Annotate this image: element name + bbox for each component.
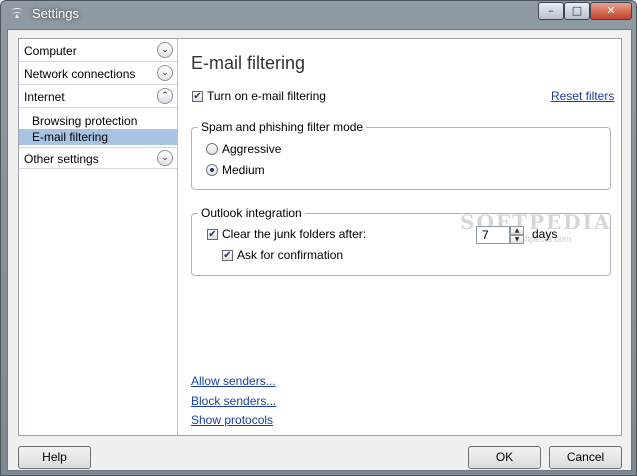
clear-junk-checkbox[interactable]: ✔ <box>207 229 218 240</box>
aggressive-label: Aggressive <box>222 142 282 156</box>
minimize-button[interactable]: – <box>538 2 564 20</box>
days-unit-label: days <box>532 227 558 241</box>
clear-junk-label: Clear the junk folders after: <box>222 227 367 241</box>
outlook-integration-legend: Outlook integration <box>198 206 305 220</box>
turn-on-email-filtering-checkbox[interactable]: ✔ <box>192 91 203 102</box>
chevron-down-icon[interactable]: ⌄ <box>157 65 173 81</box>
reset-filters-link[interactable]: Reset filters <box>551 89 614 103</box>
sidebar-item-label: Internet <box>24 90 65 104</box>
sidebar-item-label: E-mail filtering <box>32 130 109 144</box>
settings-panel: Computer ⌄ Network connections ⌄ Interne… <box>18 38 622 436</box>
cancel-button[interactable]: Cancel <box>549 446 622 469</box>
block-senders-link[interactable]: Block senders... <box>191 394 276 408</box>
days-input[interactable]: 7 <box>476 226 510 244</box>
close-button[interactable]: ✕ <box>590 2 632 20</box>
sidebar-item-email-filtering[interactable]: E-mail filtering <box>19 129 177 145</box>
page-title: E-mail filtering <box>191 53 306 73</box>
title-bar[interactable]: Settings – □ ✕ <box>1 1 637 29</box>
sidebar-item-network-connections[interactable]: Network connections ⌄ <box>19 63 177 85</box>
aggressive-radio[interactable] <box>206 143 218 155</box>
spam-filter-mode-legend: Spam and phishing filter mode <box>198 120 367 134</box>
app-logo-icon <box>11 8 23 18</box>
sidebar-item-other-settings[interactable]: Other settings ⌄ <box>19 147 177 169</box>
spin-up-icon[interactable]: ▲ <box>510 226 524 235</box>
sidebar-item-label: Network connections <box>24 67 136 81</box>
show-protocols-link[interactable]: Show protocols <box>191 413 273 427</box>
dialog-body: Computer ⌄ Network connections ⌄ Interne… <box>7 29 632 471</box>
ask-confirmation-checkbox[interactable]: ✔ <box>222 250 233 261</box>
spam-filter-mode-group: Spam and phishing filter mode Aggressive… <box>191 120 611 190</box>
sidebar: Computer ⌄ Network connections ⌄ Interne… <box>19 39 178 435</box>
turn-on-email-filtering-label: Turn on e-mail filtering <box>207 89 326 103</box>
sidebar-item-computer[interactable]: Computer ⌄ <box>19 40 177 62</box>
sidebar-item-browsing-protection[interactable]: Browsing protection <box>19 113 177 129</box>
main-content: E-mail filtering ✔ Turn on e-mail filter… <box>179 39 621 435</box>
help-button[interactable]: Help <box>18 446 91 469</box>
chevron-down-icon[interactable]: ⌄ <box>157 150 173 166</box>
ok-button[interactable]: OK <box>468 446 541 469</box>
chevron-up-icon[interactable]: ⌃ <box>157 88 173 104</box>
medium-label: Medium <box>222 163 265 177</box>
settings-window: Settings – □ ✕ Computer ⌄ Network connec… <box>0 0 637 476</box>
medium-radio[interactable] <box>206 164 218 176</box>
days-stepper[interactable]: ▲ ▼ <box>510 226 524 244</box>
window-title: Settings <box>32 6 79 21</box>
sidebar-item-internet[interactable]: Internet ⌃ <box>19 86 177 108</box>
spin-down-icon[interactable]: ▼ <box>510 235 524 244</box>
maximize-button[interactable]: □ <box>564 2 590 20</box>
outlook-integration-group: Outlook integration ✔ Clear the junk fol… <box>191 206 611 276</box>
ask-confirmation-label: Ask for confirmation <box>237 248 344 262</box>
sidebar-item-label: Computer <box>24 44 77 58</box>
sidebar-item-label: Browsing protection <box>32 114 138 128</box>
chevron-down-icon[interactable]: ⌄ <box>157 42 173 58</box>
sidebar-item-label: Other settings <box>24 152 99 166</box>
allow-senders-link[interactable]: Allow senders... <box>191 374 276 388</box>
